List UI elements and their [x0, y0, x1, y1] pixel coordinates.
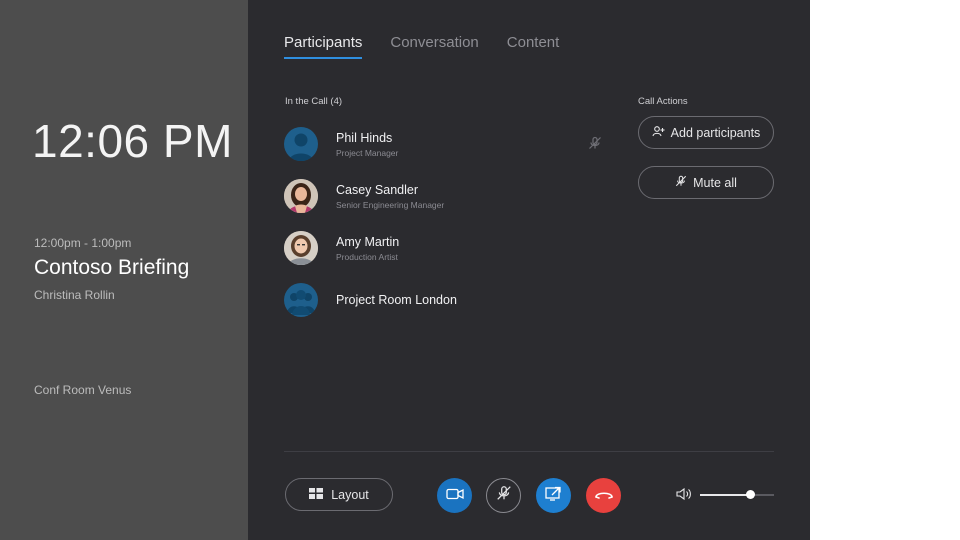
participant-row[interactable]: Amy Martin Production Artist	[284, 222, 604, 274]
mute-all-label: Mute all	[693, 175, 737, 190]
tab-conversation[interactable]: Conversation	[390, 34, 478, 59]
muted-mic-icon	[588, 136, 602, 155]
video-button[interactable]	[437, 478, 472, 513]
meeting-title: Contoso Briefing	[34, 256, 190, 279]
meeting-info-panel: 12:06 PM 12:00pm - 1:00pm Contoso Briefi…	[0, 0, 248, 540]
participant-role: Production Artist	[336, 251, 398, 262]
divider	[284, 451, 774, 452]
end-call-button[interactable]	[586, 478, 621, 513]
participant-photo	[284, 231, 318, 265]
speaker-icon[interactable]	[676, 487, 692, 506]
participant-name: Casey Sandler	[336, 182, 418, 197]
share-screen-button[interactable]	[536, 478, 571, 513]
layout-button[interactable]: Layout	[285, 478, 393, 511]
video-camera-icon	[445, 487, 464, 505]
participant-name: Project Room London	[336, 293, 457, 307]
meeting-organizer: Christina Rollin	[34, 288, 115, 302]
tab-participants[interactable]: Participants	[284, 34, 363, 59]
tab-bar: Participants Conversation Content	[284, 34, 559, 59]
in-call-label: In the Call (4)	[285, 96, 343, 107]
layout-grid-icon	[309, 487, 324, 502]
person-icon	[284, 127, 318, 161]
participant-list: Phil Hinds Project Manager Casey Sandler…	[284, 118, 604, 326]
volume-slider[interactable]	[700, 490, 774, 499]
hang-up-icon	[594, 487, 614, 505]
add-participants-label: Add participants	[670, 125, 761, 140]
participant-row[interactable]: Phil Hinds Project Manager	[284, 118, 604, 170]
add-participants-button[interactable]: Add participants	[638, 116, 774, 149]
volume-slider-fill	[700, 494, 751, 496]
layout-label: Layout	[331, 487, 369, 502]
volume-slider-thumb[interactable]	[746, 490, 756, 499]
participant-name: Phil Hinds	[336, 130, 393, 145]
call-actions: Add participants Mute all	[638, 116, 774, 216]
participant-row[interactable]: Project Room London	[284, 274, 604, 326]
call-main-panel: Participants Conversation Content In the…	[248, 0, 810, 540]
mute-all-button[interactable]: Mute all	[638, 166, 774, 199]
mic-off-icon	[496, 485, 512, 506]
call-actions-label: Call Actions	[638, 96, 688, 107]
participant-role: Project Manager	[336, 147, 399, 158]
participant-row[interactable]: Casey Sandler Senior Engineering Manager	[284, 170, 604, 222]
group-icon	[284, 283, 318, 317]
meeting-room-app: 12:06 PM 12:00pm - 1:00pm Contoso Briefi…	[0, 0, 810, 540]
room-name: Conf Room Venus	[34, 383, 132, 397]
share-screen-icon	[545, 486, 562, 506]
tab-content[interactable]: Content	[507, 34, 560, 59]
participant-name: Amy Martin	[336, 234, 400, 249]
mic-toggle-button[interactable]	[486, 478, 521, 513]
participant-photo	[284, 179, 318, 213]
meeting-time: 12:00pm - 1:00pm	[34, 236, 132, 250]
add-person-icon	[652, 125, 665, 141]
clock: 12:06 PM	[32, 115, 233, 167]
mic-off-icon	[675, 175, 687, 190]
participant-role: Senior Engineering Manager	[336, 199, 445, 210]
